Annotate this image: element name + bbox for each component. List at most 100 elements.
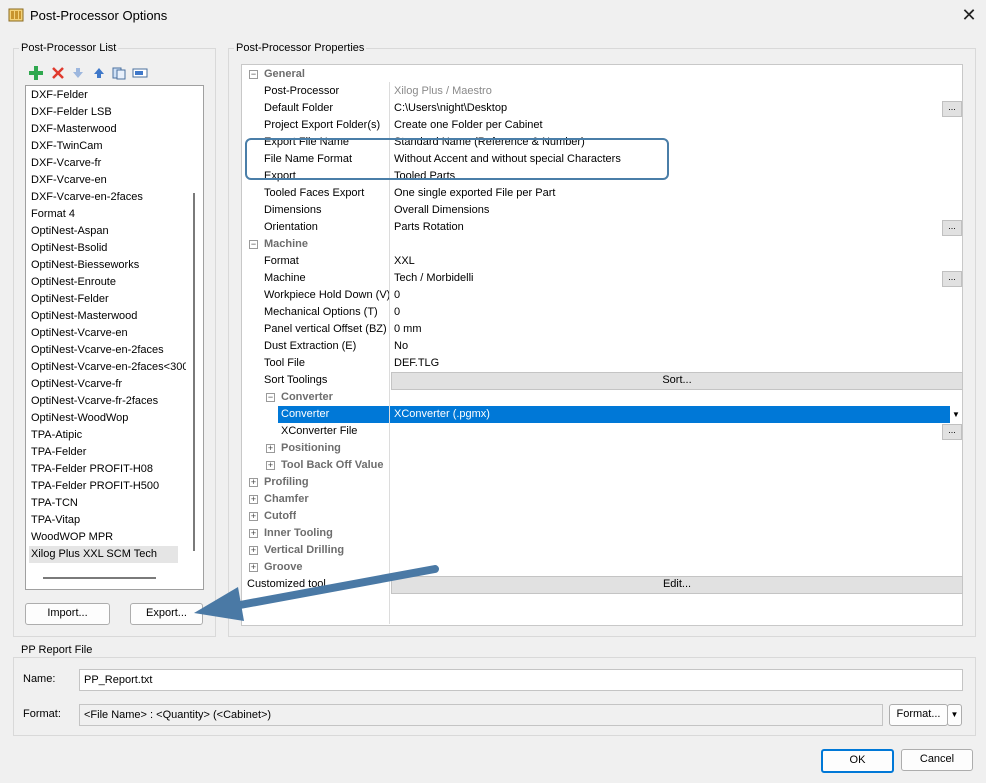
list-horizontal-scrollbar[interactable] [43,577,156,579]
property-row[interactable]: Workpiece Hold Down (V) 0 [242,287,962,304]
close-icon[interactable]: ✕ [958,4,980,26]
sort-button[interactable]: Sort... [391,372,963,390]
property-value[interactable]: Xilog Plus / Maestro [394,83,492,100]
property-value[interactable]: C:\Users\night\Desktop [394,100,507,117]
report-name-input[interactable]: PP_Report.txt [79,669,963,691]
list-item[interactable]: DXF-Felder [31,87,186,104]
property-row[interactable]: Project Export Folder(s) Create one Folde… [242,117,962,134]
add-icon[interactable] [28,65,44,81]
list-item[interactable]: OptiNest-WoodWop [31,410,186,427]
collapse-icon[interactable]: − [266,393,275,402]
ok-button[interactable]: OK [821,749,894,773]
property-value[interactable]: DEF.TLG [394,355,439,372]
format-button[interactable]: Format... [889,704,948,726]
rename-icon[interactable] [132,65,148,81]
expand-icon[interactable]: + [266,461,275,470]
category-row[interactable]: + Chamfer [242,491,962,508]
expand-icon[interactable]: + [249,529,258,538]
cancel-button[interactable]: Cancel [901,749,973,771]
property-row[interactable]: Tooled Faces Export One single exported F… [242,185,962,202]
expand-icon[interactable]: + [249,478,258,487]
property-value[interactable]: Overall Dimensions [394,202,489,219]
list-item[interactable]: TPA-Felder PROFIT-H08 [31,461,186,478]
pp-listbox[interactable]: DXF-Felder DXF-Felder LSB DXF-Masterwood DX… [25,85,204,590]
expand-icon[interactable]: + [249,512,258,521]
property-value[interactable]: XXL [394,253,415,270]
property-value[interactable]: Create one Folder per Cabinet [394,117,543,134]
move-up-icon[interactable] [91,65,107,81]
expand-icon[interactable]: + [249,495,258,504]
dropdown-arrow-icon[interactable]: ▼ [950,406,962,423]
list-item[interactable]: TPA-Felder PROFIT-H500 [31,478,186,495]
category-row[interactable]: + Cutoff [242,508,962,525]
list-item[interactable]: OptiNest-Vcarve-en [31,325,186,342]
list-item[interactable]: OptiNest-Vcarve-fr-2faces [31,393,186,410]
browse-button[interactable]: ... [942,220,962,236]
list-item[interactable]: OptiNest-Aspan [31,223,186,240]
property-row[interactable]: Panel vertical Offset (BZ) 0 mm [242,321,962,338]
format-dropdown-arrow-icon[interactable]: ▼ [947,704,962,726]
converter-select[interactable]: XConverter (.pgmx) [391,406,950,423]
property-row[interactable]: Tool File DEF.TLG [242,355,962,372]
category-machine[interactable]: − Machine [242,236,962,253]
property-value[interactable]: 0 mm [394,321,422,338]
property-row[interactable]: Format XXL [242,253,962,270]
property-row[interactable]: Machine Tech / Morbidelli... [242,270,962,287]
browse-button[interactable]: ... [942,424,962,440]
list-item[interactable]: OptiNest-Vcarve-en-2faces<300 [31,359,186,376]
property-row-xconverter-file[interactable]: XConverter File ... [242,423,962,440]
browse-button[interactable]: ... [942,101,962,117]
property-row-converter[interactable]: Converter XConverter (.pgmx) ▼ [242,406,962,423]
list-item[interactable]: OptiNest-Bsolid [31,240,186,257]
property-row[interactable]: Orientation Parts Rotation... [242,219,962,236]
collapse-icon[interactable]: − [249,70,258,79]
list-item[interactable]: DXF-TwinCam [31,138,186,155]
list-item[interactable]: TPA-Vitap [31,512,186,529]
expand-icon[interactable]: + [266,444,275,453]
property-value[interactable]: One single exported File per Part [394,185,555,202]
list-item[interactable]: TPA-Atipic [31,427,186,444]
property-row[interactable]: Default Folder C:\Users\night\Desktop... [242,100,962,117]
list-item[interactable]: DXF-Felder LSB [31,104,186,121]
property-value[interactable]: 0 [394,304,400,321]
copy-icon[interactable] [111,65,127,81]
subcategory-converter[interactable]: − Converter [242,389,962,406]
property-value[interactable]: 0 [394,287,400,304]
property-row[interactable]: Mechanical Options (T) 0 [242,304,962,321]
list-item[interactable]: OptiNest-Vcarve-en-2faces [31,342,186,359]
subcategory-positioning[interactable]: + Positioning [242,440,962,457]
list-item[interactable]: Xilog Plus XXL SCM Tech [29,546,178,563]
category-row[interactable]: + Inner Tooling [242,525,962,542]
browse-button[interactable]: ... [942,271,962,287]
category-row[interactable]: + Profiling [242,474,962,491]
list-vertical-scrollbar[interactable] [193,193,195,551]
list-item[interactable]: OptiNest-Felder [31,291,186,308]
list-item[interactable]: OptiNest-Masterwood [31,308,186,325]
list-item[interactable]: DXF-Vcarve-en [31,172,186,189]
collapse-icon[interactable]: − [249,240,258,249]
list-item[interactable]: DXF-Vcarve-fr [31,155,186,172]
property-row[interactable]: Dimensions Overall Dimensions [242,202,962,219]
list-item[interactable]: WoodWOP MPR [31,529,186,546]
list-item[interactable]: OptiNest-Vcarve-fr [31,376,186,393]
list-item[interactable]: TPA-TCN [31,495,186,512]
list-item[interactable]: DXF-Masterwood [31,121,186,138]
property-row[interactable]: Sort Toolings Sort... [242,372,963,390]
property-value[interactable]: Tech / Morbidelli [394,270,473,287]
expand-icon[interactable]: + [249,546,258,555]
list-item[interactable]: OptiNest-Biesseworks [31,257,186,274]
property-row[interactable]: Post-Processor Xilog Plus / Maestro [242,83,962,100]
edit-button[interactable]: Edit... [391,576,963,594]
list-item[interactable]: OptiNest-Enroute [31,274,186,291]
list-item[interactable]: Format 4 [31,206,186,223]
property-value[interactable]: No [394,338,408,355]
list-item[interactable]: TPA-Felder [31,444,186,461]
subcategory-tool-back-off[interactable]: + Tool Back Off Value [242,457,962,474]
list-item[interactable]: DXF-Vcarve-en-2faces [31,189,186,206]
category-general[interactable]: − General [242,66,962,83]
delete-icon[interactable] [50,65,66,81]
import-button[interactable]: Import... [25,603,110,625]
property-row[interactable]: Dust Extraction (E) No [242,338,962,355]
property-value[interactable]: Parts Rotation [394,219,464,236]
move-down-icon[interactable] [70,65,86,81]
